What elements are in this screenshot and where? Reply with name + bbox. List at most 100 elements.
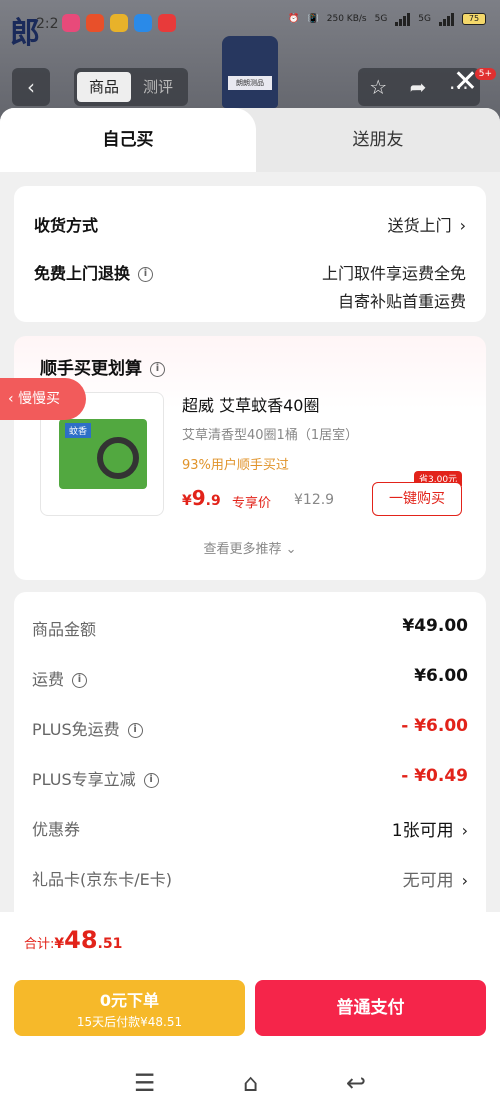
info-icon[interactable]: i <box>127 723 143 738</box>
back-button[interactable]: ‹ <box>12 68 50 106</box>
cost-label: 优惠券 <box>32 820 81 839</box>
cost-label-wrap: 运费 i <box>32 666 88 690</box>
cost-row-shipping: 运费 i ¥6.00 <box>32 666 468 696</box>
alarm-icon: ⏰ <box>288 14 300 24</box>
free-return-label-wrap: 免费上门退换 i <box>34 260 154 284</box>
original-price: ¥12.9 <box>294 492 335 508</box>
delivery-method-value: 送货上门 <box>387 216 452 235</box>
cost-label: 商品金额 <box>32 620 97 639</box>
menu-icon[interactable]: ☰ <box>134 1069 156 1097</box>
recommendation-title: 顺手买更划算 <box>40 359 142 379</box>
signal-5g-label: 5G <box>374 14 388 24</box>
zero-yuan-order-label: 0元下单 <box>99 991 160 1010</box>
product-name[interactable]: 超威 艾草蚊香40圈 <box>182 392 319 416</box>
info-icon[interactable]: i <box>143 773 159 788</box>
chevron-down-icon: ⌄ <box>285 542 297 557</box>
product-jar-label: 朗朗测品 <box>228 76 272 90</box>
cost-row-coupon[interactable]: 优惠券 1张可用 › <box>32 816 468 846</box>
vibrate-icon: 📳 <box>307 14 319 24</box>
chevron-left-icon: ‹ <box>8 391 14 407</box>
cost-value-wrap: 1张可用 › <box>392 816 468 841</box>
cost-row-goods: 商品金额 ¥49.00 <box>32 616 468 646</box>
back-icon[interactable]: ↩ <box>346 1069 366 1097</box>
app-notification-icon <box>62 14 80 32</box>
total-dec: .51 <box>97 936 123 952</box>
back-arrow-icon: ‹ <box>27 75 35 99</box>
total-label: 合计: <box>24 937 55 952</box>
product-tabs: 商品 测评 <box>74 68 188 106</box>
zero-yuan-order-button[interactable]: 0元下单 15天后付款¥48.51 <box>14 980 245 1036</box>
signal-5g-label-2: 5G <box>418 14 431 24</box>
pay-later-label: 15天后付款¥48.51 <box>76 1015 183 1029</box>
product-spec: 艾草清香型40圈1桶（1居室） <box>182 428 359 443</box>
one-click-buy-button[interactable]: 一键购买 <box>372 482 462 516</box>
info-icon[interactable]: i <box>138 267 154 282</box>
status-time: 2:2 <box>36 16 59 32</box>
system-navigation-bar: ☰ ⌂ ↩ <box>0 1060 500 1106</box>
recommendation-title-wrap: 顺手买更划算 i <box>40 354 165 379</box>
cost-label-wrap: PLUS免运费 i <box>32 716 143 740</box>
favorite-star-icon[interactable]: ☆ <box>369 75 387 99</box>
normal-pay-button[interactable]: 普通支付 <box>255 980 486 1036</box>
price-tag: 专享价 <box>232 496 272 511</box>
cost-label: 礼品卡(京东卡/E卡) <box>32 870 172 889</box>
cost-value: 1张可用 <box>391 821 454 841</box>
home-icon[interactable]: ⌂ <box>243 1069 258 1097</box>
total-int: 48 <box>64 926 98 954</box>
cost-value: ¥49.00 <box>402 616 468 636</box>
tab-product[interactable]: 商品 <box>77 72 131 102</box>
delivery-method-label: 收货方式 <box>34 216 99 235</box>
chevron-right-icon: › <box>461 821 468 840</box>
purchase-tabs: 自己买 送朋友 <box>0 108 500 172</box>
message-badge: 5+ <box>474 68 496 80</box>
total-amount: 合计:¥48.51 <box>24 926 122 954</box>
chevron-right-icon: › <box>461 871 468 890</box>
free-return-line2: 自寄补贴首重运费 <box>337 292 466 311</box>
total-symbol: ¥ <box>54 936 65 952</box>
mosquito-coil-box: 蚊香 <box>59 419 147 489</box>
status-indicators: ⏰ 📳 250 KB/s 5G 5G 75 <box>288 12 486 26</box>
cost-value-wrap: 无可用 › <box>403 866 468 891</box>
product-jar-image <box>222 36 278 108</box>
purchase-sheet: 自己买 送朋友 收货方式 送货上门 › 免费上门退换 i 上门取件享运费全免 自寄补… <box>0 108 500 1111</box>
app-notification-icon <box>158 14 176 32</box>
cost-label: 运费 <box>32 670 65 689</box>
cost-value: ¥6.00 <box>414 666 468 686</box>
close-icon[interactable]: ✕ <box>453 64 478 99</box>
network-speed: 250 KB/s <box>326 14 367 24</box>
price-int: 9 <box>191 486 206 510</box>
box-label: 蚊香 <box>65 423 92 438</box>
slow-buy-pill[interactable]: ‹ 慢慢买 <box>0 378 86 420</box>
price-dec: .9 <box>205 493 221 509</box>
delivery-card: 收货方式 送货上门 › 免费上门退换 i 上门取件享运费全免 自寄补贴首重运费 <box>14 186 486 322</box>
mosquito-coil-icon <box>97 437 139 479</box>
cost-label-wrap: PLUS专享立减 i <box>32 766 159 790</box>
delivery-method-value-wrap: 送货上门 › <box>388 212 466 236</box>
see-more-recommendations-link[interactable]: 查看更多推荐 ⌄ <box>14 538 486 557</box>
signal-icon <box>395 12 411 26</box>
notification-icons <box>62 14 176 32</box>
info-icon[interactable]: i <box>72 673 88 688</box>
info-icon[interactable]: i <box>150 361 165 377</box>
cost-label: PLUS免运费 <box>32 720 120 739</box>
tab-buy-for-self[interactable]: 自己买 <box>0 108 256 172</box>
share-icon[interactable]: ➦ <box>410 75 427 99</box>
app-notification-icon <box>134 14 152 32</box>
cost-value: - ¥6.00 <box>401 716 468 736</box>
signal-icon-2 <box>439 12 454 26</box>
free-return-label: 免费上门退换 <box>34 264 131 283</box>
tab-gift-to-friend[interactable]: 送朋友 <box>256 108 500 172</box>
see-more-label: 查看更多推荐 <box>203 542 282 557</box>
cost-row-gift-card[interactable]: 礼品卡(京东卡/E卡) 无可用 › <box>32 866 468 896</box>
product-price: ¥9.9 <box>182 486 221 510</box>
cost-label: PLUS专享立减 <box>32 770 136 789</box>
tab-review[interactable]: 测评 <box>131 72 185 102</box>
weibo-icon <box>110 14 128 32</box>
app-notification-icon <box>86 14 104 32</box>
cost-row-plus-discount: PLUS专享立减 i - ¥0.49 <box>32 766 468 796</box>
cost-value: - ¥0.49 <box>401 766 468 786</box>
recommendation-card: 顺手买更划算 i 蚊香 超威 艾草蚊香40圈 艾草清香型40圈1桶（1居室） 93… <box>14 336 486 580</box>
cost-row-plus-free-shipping: PLUS免运费 i - ¥6.00 <box>32 716 468 746</box>
price-symbol: ¥ <box>182 493 192 509</box>
free-return-value: 上门取件享运费全免 自寄补贴首重运费 <box>322 260 466 316</box>
